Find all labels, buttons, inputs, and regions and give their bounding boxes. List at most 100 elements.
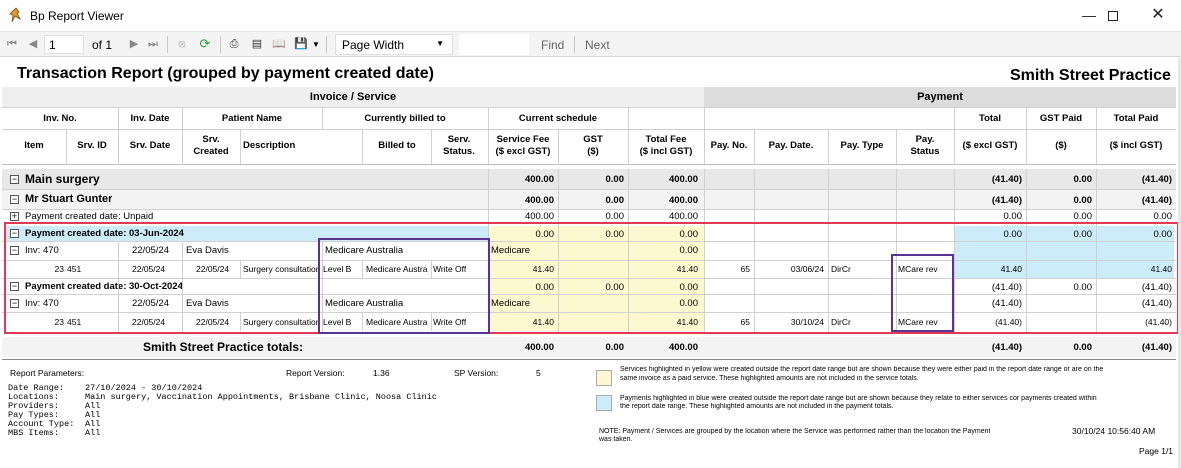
zoom-value: Page Width — [342, 38, 405, 52]
divider — [182, 107, 183, 165]
title-bar: Bp Report Viewer — ✕ — [0, 0, 1181, 32]
page-setup-icon[interactable]: 📖 — [272, 37, 286, 51]
next-button[interactable]: Next — [585, 38, 610, 52]
app-icon — [9, 7, 21, 23]
highlight-red-box — [4, 222, 1179, 334]
divider — [2, 189, 1176, 190]
col-gst-paid-unit: ($) — [1055, 140, 1067, 151]
practice-name: Smith Street Practice — [1010, 67, 1171, 84]
sp-label: SP Version: — [454, 368, 499, 378]
main-surgery-total: 400.00 — [668, 174, 698, 185]
totals-fee: 400.00 — [524, 342, 554, 353]
main-surgery-fee: 400.00 — [524, 174, 554, 185]
main-surgery-pay-gst: 0.00 — [1073, 174, 1093, 185]
col-billed-to: Billed to — [378, 140, 416, 151]
divider — [362, 129, 363, 165]
divider — [754, 129, 755, 165]
param-key: MBS Items: — [8, 428, 60, 438]
patient-fee: 400.00 — [524, 195, 554, 206]
chevron-down-icon: ▼ — [436, 39, 444, 48]
sp-value: 5 — [536, 368, 541, 378]
divider — [704, 107, 705, 165]
col-srv-date: Srv. Date — [129, 140, 171, 151]
col-total-incl: ($ incl GST) — [1109, 140, 1163, 151]
param-value: Main surgery, Vaccination Appointments, … — [85, 392, 437, 402]
version-label: Report Version: — [286, 368, 345, 378]
unpaid-total-paid: 0.00 — [1153, 211, 1173, 222]
totals-gst: 0.00 — [605, 342, 625, 353]
toolbar-separator — [167, 36, 168, 53]
legend-blue-text-1: Payments highlighted in blue were create… — [620, 395, 1097, 402]
col-pay-status: Pay. — [915, 134, 935, 145]
unpaid-total: 400.00 — [668, 211, 698, 222]
params-label: Report Parameters: — [10, 368, 85, 378]
col-inv-no: Inv. No. — [43, 113, 77, 124]
page-number-input[interactable]: 1 — [44, 35, 84, 54]
divider — [628, 107, 629, 165]
divider — [2, 209, 1176, 210]
invoice-service-label: Invoice / Service — [309, 91, 397, 103]
col-total-paid: Total Paid — [1113, 113, 1159, 124]
collapse-icon[interactable]: − — [10, 175, 19, 184]
totals-label: Smith Street Practice totals: — [143, 340, 304, 354]
unpaid-pay-total: 0.00 — [1003, 211, 1023, 222]
legend-yellow-text-2: same invoice as a paid service. These hi… — [620, 375, 919, 382]
export-icon[interactable]: 💾 — [294, 37, 308, 51]
col-description: Description — [243, 140, 296, 151]
divider — [66, 129, 67, 165]
col-pay-type: Pay. Type — [840, 140, 884, 151]
maximize-icon[interactable] — [1090, 0, 1136, 32]
toolbar-separator — [574, 36, 575, 53]
page-count: of 1 — [92, 38, 113, 52]
close-icon[interactable]: ✕ — [1135, 0, 1181, 32]
expand-icon[interactable]: + — [10, 212, 19, 221]
find-input[interactable] — [459, 34, 529, 55]
find-button[interactable]: Find — [541, 38, 564, 52]
col-service-fee-2: ($ excl GST) — [495, 146, 551, 157]
col-patient-name: Patient Name — [221, 113, 283, 124]
print-layout-icon[interactable]: ▤ — [250, 37, 264, 51]
toolbar-separator — [326, 36, 327, 53]
next-page-icon[interactable]: ▶ — [127, 37, 141, 51]
unpaid-fee: 400.00 — [524, 211, 554, 222]
divider — [954, 107, 955, 165]
col-currently-billed-to: Currently billed to — [364, 113, 446, 124]
legend-yellow-text-1: Services highlighted in yellow were crea… — [620, 366, 1104, 373]
unpaid-gst: 0.00 — [605, 211, 625, 222]
col-srv-created: Srv. — [202, 134, 220, 145]
main-surgery-gst: 0.00 — [605, 174, 625, 185]
col-gst-2: ($) — [587, 146, 599, 157]
col-service-fee: Service Fee — [496, 134, 550, 145]
toolbar-separator — [220, 36, 221, 53]
main-surgery-label: Main surgery — [25, 172, 100, 186]
col-pay-status-2: Status — [910, 146, 940, 157]
note-text-1: NOTE: Payment / Services are grouped by … — [599, 428, 991, 435]
highlight-purple-box-status — [891, 254, 954, 332]
divider — [118, 107, 119, 165]
col-pay-date: Pay. Date. — [768, 140, 814, 151]
col-gst-paid: GST Paid — [1039, 113, 1083, 124]
patient-pay-gst: 0.00 — [1073, 195, 1093, 206]
first-page-icon[interactable]: ⏮ — [5, 37, 19, 51]
last-page-icon[interactable]: ⏭ — [146, 37, 160, 51]
export-dropdown-icon[interactable]: ▼ — [312, 40, 320, 49]
previous-page-icon[interactable]: ◀ — [26, 37, 40, 51]
collapse-icon[interactable]: − — [10, 195, 19, 204]
divider — [240, 129, 241, 165]
col-current-schedule: Current schedule — [518, 113, 598, 124]
totals-pay-gst: 0.00 — [1073, 342, 1093, 353]
param-value: All — [85, 428, 101, 438]
main-surgery-total-paid: (41.40) — [1141, 174, 1172, 185]
divider — [1096, 107, 1097, 165]
stop-icon[interactable]: ⦻ — [175, 37, 189, 51]
print-icon[interactable]: ⎙ — [227, 37, 241, 51]
col-srv-id: Srv. ID — [77, 140, 107, 151]
col-srv-created-2: Created — [193, 146, 229, 157]
note-text-2: was taken. — [599, 436, 633, 443]
unpaid-pay-gst: 0.00 — [1073, 211, 1093, 222]
refresh-icon[interactable]: ⟳ — [198, 37, 212, 51]
zoom-select[interactable]: Page Width ▼ — [335, 34, 453, 55]
col-total: Total — [979, 113, 1001, 124]
col-item: Item — [24, 140, 44, 151]
patient-name: Mr Stuart Gunter — [25, 193, 113, 205]
